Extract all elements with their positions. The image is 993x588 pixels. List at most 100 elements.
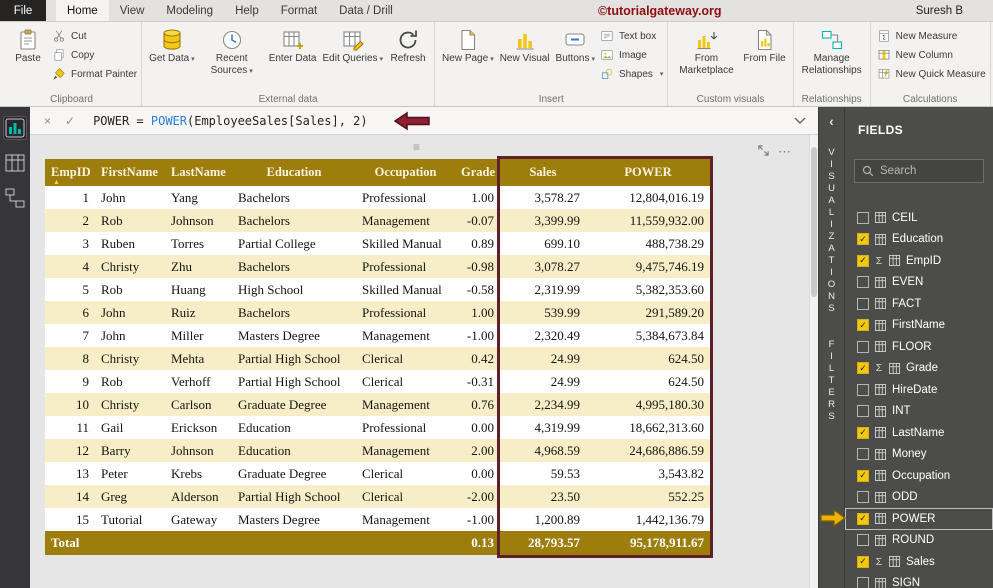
ribbon-button-new-visual[interactable]: New Visual: [497, 25, 553, 65]
field-item-fact[interactable]: FACT: [845, 293, 993, 315]
table-row[interactable]: 1 John Yang Bachelors Professional 1.00 3,578.…: [45, 186, 710, 209]
field-checkbox[interactable]: ✓: [857, 233, 869, 246]
field-item-money[interactable]: Money: [845, 444, 993, 466]
visual-more-options-icon[interactable]: ⋯: [778, 145, 792, 158]
ribbon-button-paste[interactable]: Paste: [6, 25, 50, 65]
table-row[interactable]: 6 John Ruiz Bachelors Professional 1.00 539.99…: [45, 301, 710, 324]
field-checkbox[interactable]: [857, 405, 869, 418]
field-item-education[interactable]: ✓ Education: [845, 229, 993, 251]
field-checkbox[interactable]: [857, 577, 869, 588]
table-row[interactable]: 8 Christy Mehta Partial High School Clerical…: [45, 347, 710, 370]
field-item-round[interactable]: ROUND: [845, 530, 993, 552]
report-canvas[interactable]: ≡ ⋯ EmpID ▲ FirstName LastName Education Occu…: [30, 135, 818, 588]
field-item-odd[interactable]: ODD: [845, 487, 993, 509]
ribbon-button-new-page[interactable]: New Page ▾: [439, 25, 497, 65]
field-item-sign[interactable]: SIGN: [845, 573, 993, 588]
field-checkbox[interactable]: ✓: [857, 319, 869, 332]
formula-cancel-icon[interactable]: ×: [44, 114, 51, 128]
table-row[interactable]: 10 Christy Carlson Graduate Degree Managemen…: [45, 393, 710, 416]
field-item-even[interactable]: EVEN: [845, 272, 993, 294]
formula-expand-icon[interactable]: [794, 117, 806, 125]
field-item-hiredate[interactable]: HireDate: [845, 379, 993, 401]
focus-mode-icon[interactable]: [758, 143, 769, 161]
canvas-scrollbar-thumb[interactable]: [811, 147, 817, 297]
field-checkbox[interactable]: [857, 448, 869, 461]
field-checkbox[interactable]: [857, 276, 869, 289]
ribbon-tab-home[interactable]: Home: [56, 0, 109, 21]
field-checkbox[interactable]: [857, 340, 869, 353]
table-row[interactable]: 11 Gail Erickson Education Professional 0.00 4…: [45, 416, 710, 439]
report-view-icon[interactable]: [3, 116, 27, 140]
column-header-firstname[interactable]: FirstName: [95, 159, 165, 186]
table-row[interactable]: 4 Christy Zhu Bachelors Professional -0.98 3,0…: [45, 255, 710, 278]
ribbon-button-from-file[interactable]: From File: [740, 25, 788, 65]
ribbon-button-refresh[interactable]: Refresh: [386, 25, 430, 65]
filters-collapsed-tab[interactable]: FILTERS: [826, 339, 837, 423]
fields-search-input[interactable]: Search: [854, 159, 984, 183]
ribbon-button-cut[interactable]: Cut: [52, 29, 137, 43]
ribbon-tab-data-drill[interactable]: Data / Drill: [328, 0, 404, 21]
field-item-empid[interactable]: ✓ Σ EmpID: [845, 250, 993, 272]
field-checkbox[interactable]: ✓: [857, 512, 869, 525]
ribbon-tab-modeling[interactable]: Modeling: [155, 0, 224, 21]
table-row[interactable]: 5 Rob Huang High School Skilled Manual -0.58 2…: [45, 278, 710, 301]
data-view-icon[interactable]: [4, 152, 26, 174]
table-row[interactable]: 3 Ruben Torres Partial College Skilled Manua…: [45, 232, 710, 255]
ribbon-button-enter-data[interactable]: Enter Data: [266, 25, 320, 65]
ribbon-button-from-marketplace[interactable]: From Marketplace: [672, 25, 740, 77]
model-view-icon[interactable]: [4, 187, 26, 209]
ribbon-button-text-box[interactable]: Text box: [600, 29, 663, 43]
ribbon-button-shapes[interactable]: Shapes ▾: [600, 67, 663, 81]
field-item-firstname[interactable]: ✓ FirstName: [845, 315, 993, 337]
ribbon-button-format-painter[interactable]: Format Painter: [52, 67, 137, 81]
ribbon-button-edit-queries[interactable]: Edit Queries ▾: [320, 25, 387, 65]
field-checkbox[interactable]: [857, 211, 869, 224]
column-header-grade[interactable]: Grade: [455, 159, 500, 186]
expand-pane-icon[interactable]: ‹: [829, 113, 834, 129]
field-checkbox[interactable]: ✓: [857, 254, 869, 267]
field-item-ceil[interactable]: CEIL: [845, 207, 993, 229]
ribbon-button-new-quick-measure[interactable]: New Quick Measure: [877, 67, 986, 81]
column-header-empid[interactable]: EmpID ▲: [45, 159, 95, 186]
file-menu-button[interactable]: File: [0, 0, 46, 21]
table-row[interactable]: 14 Greg Alderson Partial High School Clerica…: [45, 485, 710, 508]
field-item-int[interactable]: INT: [845, 401, 993, 423]
field-checkbox[interactable]: ✓: [857, 426, 869, 439]
table-row[interactable]: 13 Peter Krebs Graduate Degree Clerical 0.00 5…: [45, 462, 710, 485]
column-header-education[interactable]: Education: [232, 159, 356, 186]
ribbon-button-copy[interactable]: Copy: [52, 48, 137, 62]
field-item-grade[interactable]: ✓ Σ Grade: [845, 358, 993, 380]
field-item-floor[interactable]: FLOOR: [845, 336, 993, 358]
signed-in-user[interactable]: Suresh B: [916, 5, 963, 17]
column-header-sales[interactable]: Sales: [500, 159, 586, 186]
table-row[interactable]: 2 Rob Johnson Bachelors Management -0.07 3,399…: [45, 209, 710, 232]
table-row[interactable]: 9 Rob Verhoff Partial High School Clerical -0…: [45, 370, 710, 393]
column-header-power[interactable]: POWER: [586, 159, 710, 186]
field-item-sales[interactable]: ✓ Σ Sales: [845, 551, 993, 573]
field-checkbox[interactable]: [857, 297, 869, 310]
table-row[interactable]: 7 John Miller Masters Degree Management -1.00…: [45, 324, 710, 347]
field-item-occupation[interactable]: ✓ Occupation: [845, 465, 993, 487]
ribbon-button-new-measure[interactable]: Σ New Measure: [877, 29, 986, 43]
formula-input[interactable]: POWER = POWER(EmployeeSales[Sales], 2): [93, 114, 368, 128]
ribbon-button-recent-sources[interactable]: Recent Sources ▾: [198, 25, 266, 77]
table-row[interactable]: 12 Barry Johnson Education Management 2.00 4,9…: [45, 439, 710, 462]
field-checkbox[interactable]: [857, 534, 869, 547]
field-item-power[interactable]: ✓ POWER: [845, 508, 993, 530]
field-checkbox[interactable]: [857, 383, 869, 396]
column-header-lastname[interactable]: LastName: [165, 159, 232, 186]
ribbon-tab-help[interactable]: Help: [224, 0, 270, 21]
ribbon-tab-view[interactable]: View: [109, 0, 156, 21]
ribbon-button-get-data[interactable]: Get Data ▾: [146, 25, 198, 65]
formula-commit-icon[interactable]: ✓: [65, 114, 75, 128]
field-checkbox[interactable]: [857, 491, 869, 504]
field-checkbox[interactable]: ✓: [857, 555, 869, 568]
field-checkbox[interactable]: ✓: [857, 469, 869, 482]
ribbon-tab-format[interactable]: Format: [270, 0, 328, 21]
column-header-occupation[interactable]: Occupation: [356, 159, 455, 186]
field-item-lastname[interactable]: ✓ LastName: [845, 422, 993, 444]
ribbon-button-image[interactable]: Image: [600, 48, 663, 62]
table-visual[interactable]: ≡ ⋯ EmpID ▲ FirstName LastName Education Occu…: [45, 140, 800, 558]
ribbon-button-manage-relationships[interactable]: Manage Relationships: [798, 25, 866, 77]
visualizations-collapsed-tab[interactable]: VISUALIZATIONS: [826, 147, 837, 315]
